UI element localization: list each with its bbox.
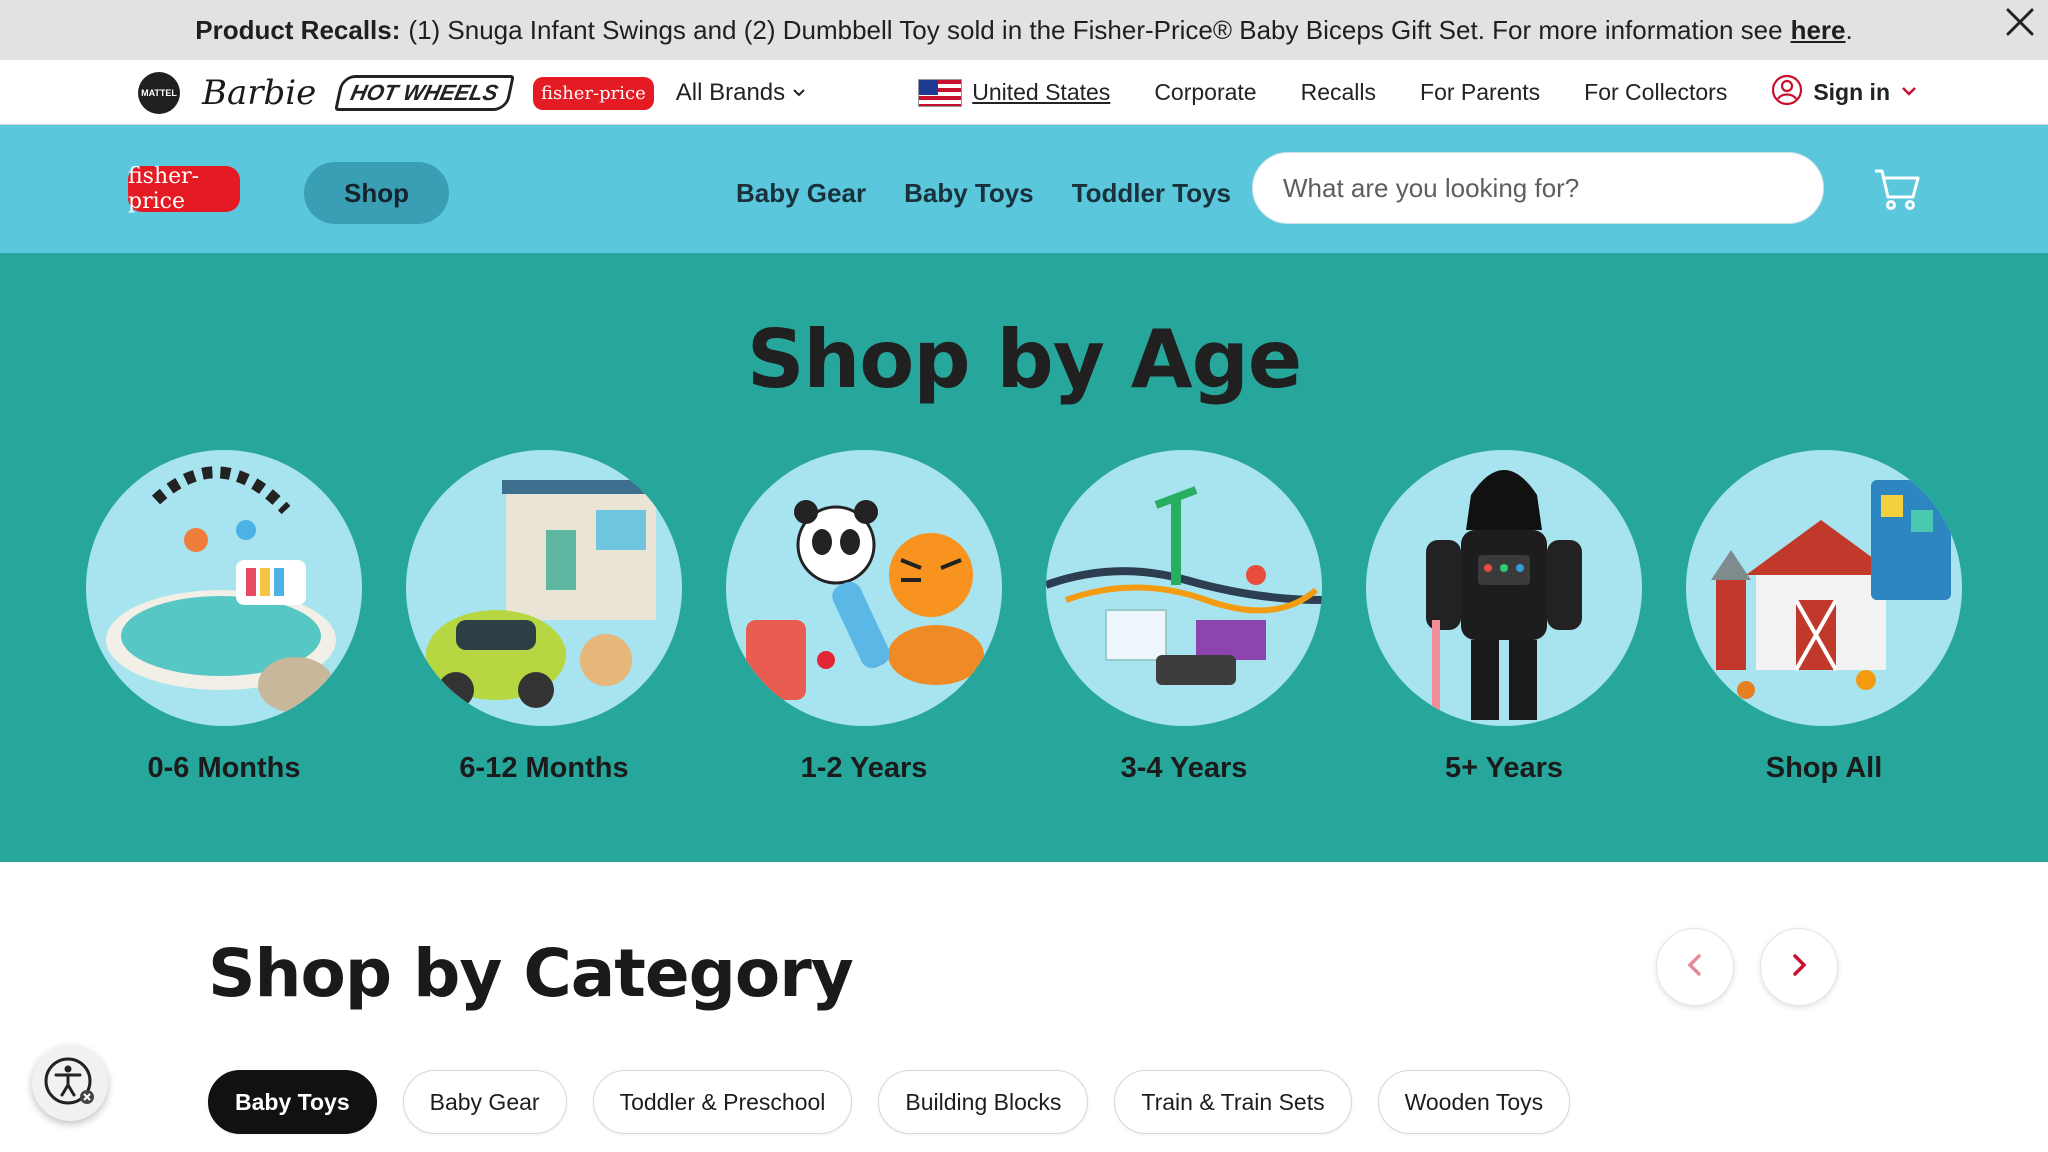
link-recalls[interactable]: Recalls xyxy=(1301,79,1376,106)
age-item-1-2-years[interactable]: 1-2 Years xyxy=(726,450,1002,785)
chevron-left-icon xyxy=(1681,951,1709,984)
search-input[interactable] xyxy=(1283,172,1803,204)
main-nav: Baby Gear Baby Toys Toddler Toys xyxy=(736,162,1231,224)
all-brands-label: All Brands xyxy=(675,79,786,106)
chip-baby-gear[interactable]: Baby Gear xyxy=(402,1070,567,1134)
mattel-logo[interactable]: MATTEL xyxy=(138,72,180,114)
recall-label: Product Recalls: xyxy=(195,14,401,45)
play-gym-image xyxy=(86,450,362,726)
age-item-6-12-months[interactable]: 6-12 Months xyxy=(406,450,682,785)
link-for-parents[interactable]: For Parents xyxy=(1420,79,1540,106)
age-item-5-plus-years[interactable]: 5+ Years xyxy=(1366,450,1642,785)
main-header: fisher-price Shop Baby Gear Baby Toys To… xyxy=(0,125,2048,253)
learning-house-image xyxy=(406,450,682,726)
chip-wooden-toys[interactable]: Wooden Toys xyxy=(1377,1070,1571,1134)
user-icon xyxy=(1771,74,1803,112)
sign-in-label: Sign in xyxy=(1813,79,1890,105)
accessibility-icon xyxy=(42,1053,98,1114)
panda-tiger-toys-image xyxy=(726,450,1002,726)
age-label: 6-12 Months xyxy=(459,752,629,784)
utility-bar: MATTEL Barbie HOT WHEELS fisher-price Al… xyxy=(0,60,2048,125)
carousel-prev-button[interactable] xyxy=(1656,928,1734,1006)
link-corporate[interactable]: Corporate xyxy=(1154,79,1256,106)
chevron-down-icon xyxy=(1900,79,1918,106)
train-track-image xyxy=(1046,450,1322,726)
farm-playset-image xyxy=(1686,450,1962,726)
shop-button[interactable]: Shop xyxy=(304,162,449,224)
age-label: 0-6 Months xyxy=(147,752,301,784)
chip-toddler-preschool[interactable]: Toddler & Preschool xyxy=(592,1070,853,1134)
chip-baby-toys[interactable]: Baby Toys xyxy=(208,1070,377,1134)
accessibility-button[interactable] xyxy=(32,1045,108,1121)
country-selector[interactable]: United States xyxy=(918,78,1111,107)
cart-icon[interactable] xyxy=(1872,163,1922,213)
us-flag-icon xyxy=(918,78,963,107)
fisher-price-small-logo[interactable]: fisher-price xyxy=(532,76,654,110)
chevron-right-icon xyxy=(1785,951,1813,984)
age-label: 3-4 Years xyxy=(1120,752,1248,784)
recall-message: (1) Snuga Infant Swings and (2) Dumbbell… xyxy=(408,14,1783,45)
hotwheels-logo[interactable]: HOT WHEELS xyxy=(334,75,515,111)
barbie-logo[interactable]: Barbie xyxy=(202,73,316,113)
link-for-collectors[interactable]: For Collectors xyxy=(1584,79,1727,106)
nav-toddler-toys[interactable]: Toddler Toys xyxy=(1072,178,1231,209)
close-icon[interactable] xyxy=(2000,2,2040,42)
country-name: United States xyxy=(972,79,1111,105)
brand-logos: MATTEL Barbie HOT WHEELS fisher-price Al… xyxy=(138,70,807,116)
chip-train-sets[interactable]: Train & Train Sets xyxy=(1114,1070,1352,1134)
age-label: Shop All xyxy=(1765,752,1883,784)
recall-period: . xyxy=(1845,14,1853,45)
chevron-down-icon xyxy=(791,79,807,107)
recall-banner: Product Recalls: (1) Snuga Infant Swings… xyxy=(0,0,2048,60)
carousel-next-button[interactable] xyxy=(1760,928,1838,1006)
age-section-title: Shop by Age xyxy=(746,313,1302,406)
fisher-price-logo[interactable]: fisher-price xyxy=(128,164,240,214)
shop-by-age-section: Shop by Age 0-6 Months 6-12 Months 1-2 Y… xyxy=(0,253,2048,862)
category-chips: Baby Toys Baby Gear Toddler & Preschool … xyxy=(208,1070,1571,1134)
category-section-title: Shop by Category xyxy=(208,935,854,1012)
recall-link[interactable]: here xyxy=(1791,15,1846,46)
chip-building-blocks[interactable]: Building Blocks xyxy=(878,1070,1089,1134)
age-item-3-4-years[interactable]: 3-4 Years xyxy=(1046,450,1322,785)
age-item-shop-all[interactable]: Shop All xyxy=(1686,450,1962,785)
nav-baby-gear[interactable]: Baby Gear xyxy=(736,178,866,209)
sign-in-button[interactable]: Sign in xyxy=(1771,74,1918,112)
nav-baby-toys[interactable]: Baby Toys xyxy=(904,178,1034,209)
all-brands-dropdown[interactable]: All Brands xyxy=(676,79,807,107)
age-label: 5+ Years xyxy=(1444,752,1563,784)
utility-links: United States Corporate Recalls For Pare… xyxy=(918,60,1918,125)
search-box xyxy=(1252,152,1824,224)
age-item-0-6-months[interactable]: 0-6 Months xyxy=(86,450,362,785)
age-label: 1-2 Years xyxy=(800,752,928,784)
darth-vader-robot-image xyxy=(1366,450,1642,726)
